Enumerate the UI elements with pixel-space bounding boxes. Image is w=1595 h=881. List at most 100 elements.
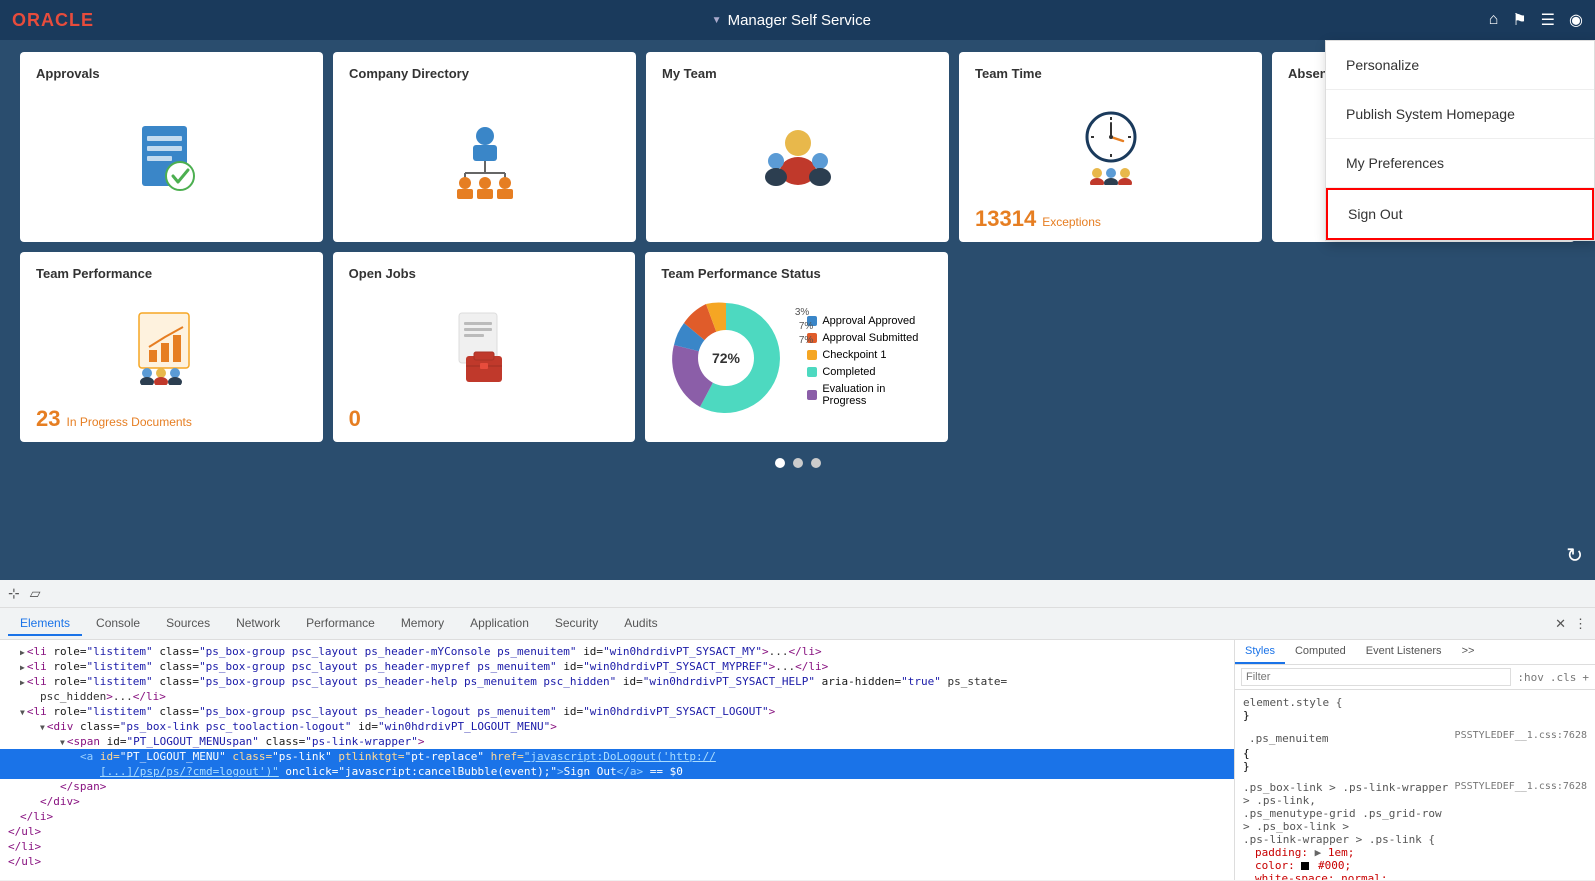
team-time-svg-icon: [1071, 105, 1151, 185]
menu-icon[interactable]: ☰: [1541, 10, 1555, 30]
pie-chart-container: 72% 3% 7% 7%: [661, 293, 791, 428]
html-line-4: psc_hidden>...</li>: [0, 689, 1234, 704]
devtools-tabs-bar: Elements Console Sources Network Perform…: [0, 608, 1595, 640]
css-selector-ps-menuitem: .ps_menuitem: [1243, 730, 1334, 747]
html-line-6: ▼<div class="ps_box-link psc_toolaction-…: [0, 719, 1234, 734]
devtools-tab-memory[interactable]: Memory: [389, 612, 456, 636]
devtools-tab-console[interactable]: Console: [84, 612, 152, 636]
legend-approval-submitted: Approval Submitted: [807, 332, 932, 344]
css-rule-1-close: }: [1243, 760, 1587, 773]
css-element-style-header: element.style {: [1243, 696, 1587, 709]
devtools-tab-performance[interactable]: Performance: [294, 612, 387, 636]
page-dot-1[interactable]: [775, 458, 785, 468]
css-rule-element-style: element.style { }: [1243, 696, 1587, 722]
legend-dot-checkpoint-1: [807, 350, 817, 360]
page-dots: [20, 458, 1575, 468]
html-line-1: ▶<li role="listitem" class="ps_box-group…: [0, 644, 1234, 659]
app-title-text: Manager Self Service: [728, 12, 871, 29]
pie-chart-svg: 72%: [661, 293, 791, 423]
devtools-styles-panel: Styles Computed Event Listeners >> :hov …: [1235, 640, 1595, 880]
tile-team-time-count: 13314 Exceptions: [975, 200, 1101, 232]
pct-label-7b: 7%: [799, 335, 813, 346]
tile-company-directory[interactable]: Company Directory: [333, 52, 636, 242]
tile-company-directory-icon-area: [349, 89, 620, 232]
devtools-mobile-icon[interactable]: ▱: [30, 585, 41, 602]
tile-team-performance[interactable]: Team Performance: [20, 252, 323, 442]
css-filter-input[interactable]: [1241, 668, 1511, 686]
user-icon[interactable]: ◉: [1569, 10, 1583, 30]
legend-label-checkpoint-1: Checkpoint 1: [822, 349, 886, 361]
html-line-5: ▼<li role="listitem" class="ps_box-group…: [0, 704, 1234, 719]
tile-team-performance-count: 23 In Progress Documents: [36, 400, 192, 432]
devtools-tab-application[interactable]: Application: [458, 612, 541, 636]
css-prop-color: color: #000;: [1243, 859, 1587, 872]
devtools-undock-icon[interactable]: ⋮: [1574, 616, 1587, 632]
open-jobs-svg-icon: [444, 308, 524, 388]
app-header: ORACLE Manager Self Service ⌂ ⚑ ☰ ◉ Pers…: [0, 0, 1595, 40]
flag-icon[interactable]: ⚑: [1512, 10, 1526, 30]
tile-my-team-title: My Team: [662, 66, 717, 81]
devtools-tab-audits[interactable]: Audits: [612, 612, 669, 636]
devtools-body: ▶<li role="listitem" class="ps_box-group…: [0, 640, 1595, 880]
html-line-13: </ul>: [0, 824, 1234, 839]
tile-open-jobs[interactable]: Open Jobs 0: [333, 252, 636, 442]
header-icons-group: ⌂ ⚑ ☰ ◉: [1489, 10, 1583, 30]
devtools-html-tree: ▶<li role="listitem" class="ps_box-group…: [0, 640, 1235, 880]
devtools-more-tabs[interactable]: >>: [1452, 640, 1485, 664]
css-element-style-close: }: [1243, 709, 1587, 722]
sign-out-item[interactable]: Sign Out: [1326, 188, 1594, 240]
tile-team-time-icon-area: [975, 89, 1246, 200]
tile-team-time-title: Team Time: [975, 66, 1042, 81]
oracle-logo: ORACLE: [12, 10, 94, 31]
svg-text:72%: 72%: [712, 350, 741, 366]
devtools-tab-network[interactable]: Network: [224, 612, 292, 636]
devtools-tab-elements[interactable]: Elements: [8, 612, 82, 636]
tile-team-performance-title: Team Performance: [36, 266, 152, 281]
page-dot-3[interactable]: [811, 458, 821, 468]
approvals-svg-icon: [132, 121, 212, 201]
tile-approvals[interactable]: Approvals: [20, 52, 323, 242]
tile-team-performance-status-title: Team Performance Status: [661, 266, 820, 281]
css-rule-ps-menuitem-1: .ps_menuitem PSSTYLEDEF__1.css:7628 { }: [1243, 730, 1587, 773]
devtools-styles-tab[interactable]: Styles: [1235, 640, 1285, 664]
devtools-cursor-icon[interactable]: ⊹: [8, 585, 20, 602]
tile-team-time[interactable]: Team Time: [959, 52, 1262, 242]
refresh-icon[interactable]: ↻: [1566, 543, 1583, 568]
html-line-8-selected[interactable]: <a id="PT_LOGOUT_MENU" class="ps-link" p…: [0, 749, 1234, 764]
css-hover-hint[interactable]: :hov: [1517, 671, 1544, 684]
html-line-2: ▶<li role="listitem" class="ps_box-group…: [0, 659, 1234, 674]
my-team-svg-icon: [758, 121, 838, 201]
pie-legend: Approval Approved Approval Submitted Che…: [807, 315, 932, 407]
html-line-11: </div>: [0, 794, 1234, 809]
devtools-computed-tab[interactable]: Computed: [1285, 640, 1356, 664]
personalize-item[interactable]: Personalize: [1326, 41, 1594, 90]
tile-my-team[interactable]: My Team: [646, 52, 949, 242]
tile-open-jobs-count: 0: [349, 406, 361, 432]
css-rule-1-header: .ps_menuitem PSSTYLEDEF__1.css:7628: [1243, 730, 1587, 747]
app-title: Manager Self Service: [712, 12, 871, 29]
page-dot-2[interactable]: [793, 458, 803, 468]
devtools-tab-sources[interactable]: Sources: [154, 612, 222, 636]
html-line-14: </li>: [0, 839, 1234, 854]
home-icon[interactable]: ⌂: [1489, 11, 1499, 29]
html-line-9-selected: [...]/psp/ps/?cmd=logout')" onclick="jav…: [0, 764, 1234, 779]
tile-open-jobs-title: Open Jobs: [349, 266, 416, 281]
css-selector-box-link: .ps_box-link > .ps-link-wrapper > .ps-li…: [1243, 781, 1455, 846]
legend-label-approval-approved: Approval Approved: [822, 315, 915, 327]
css-cls-hint[interactable]: .cls: [1550, 671, 1577, 684]
oracle-logo-text: ORACLE: [12, 10, 94, 30]
tile-open-jobs-icon-area: [349, 289, 620, 406]
dropdown-menu: Personalize Publish System Homepage My P…: [1325, 40, 1595, 241]
legend-completed: Completed: [807, 366, 932, 378]
publish-homepage-item[interactable]: Publish System Homepage: [1326, 90, 1594, 139]
tile-team-performance-status[interactable]: Team Performance Status: [645, 252, 948, 442]
legend-approval-approved: Approval Approved: [807, 315, 932, 327]
devtools-close-icon[interactable]: ✕: [1555, 616, 1566, 632]
css-rule-1-body: {: [1243, 747, 1587, 760]
css-add-hint[interactable]: +: [1582, 671, 1589, 684]
my-preferences-item[interactable]: My Preferences: [1326, 139, 1594, 188]
devtools-tab-security[interactable]: Security: [543, 612, 610, 636]
legend-checkpoint-1: Checkpoint 1: [807, 349, 932, 361]
css-filter-bar: :hov .cls +: [1235, 665, 1595, 690]
devtools-event-listeners-tab[interactable]: Event Listeners: [1356, 640, 1452, 664]
